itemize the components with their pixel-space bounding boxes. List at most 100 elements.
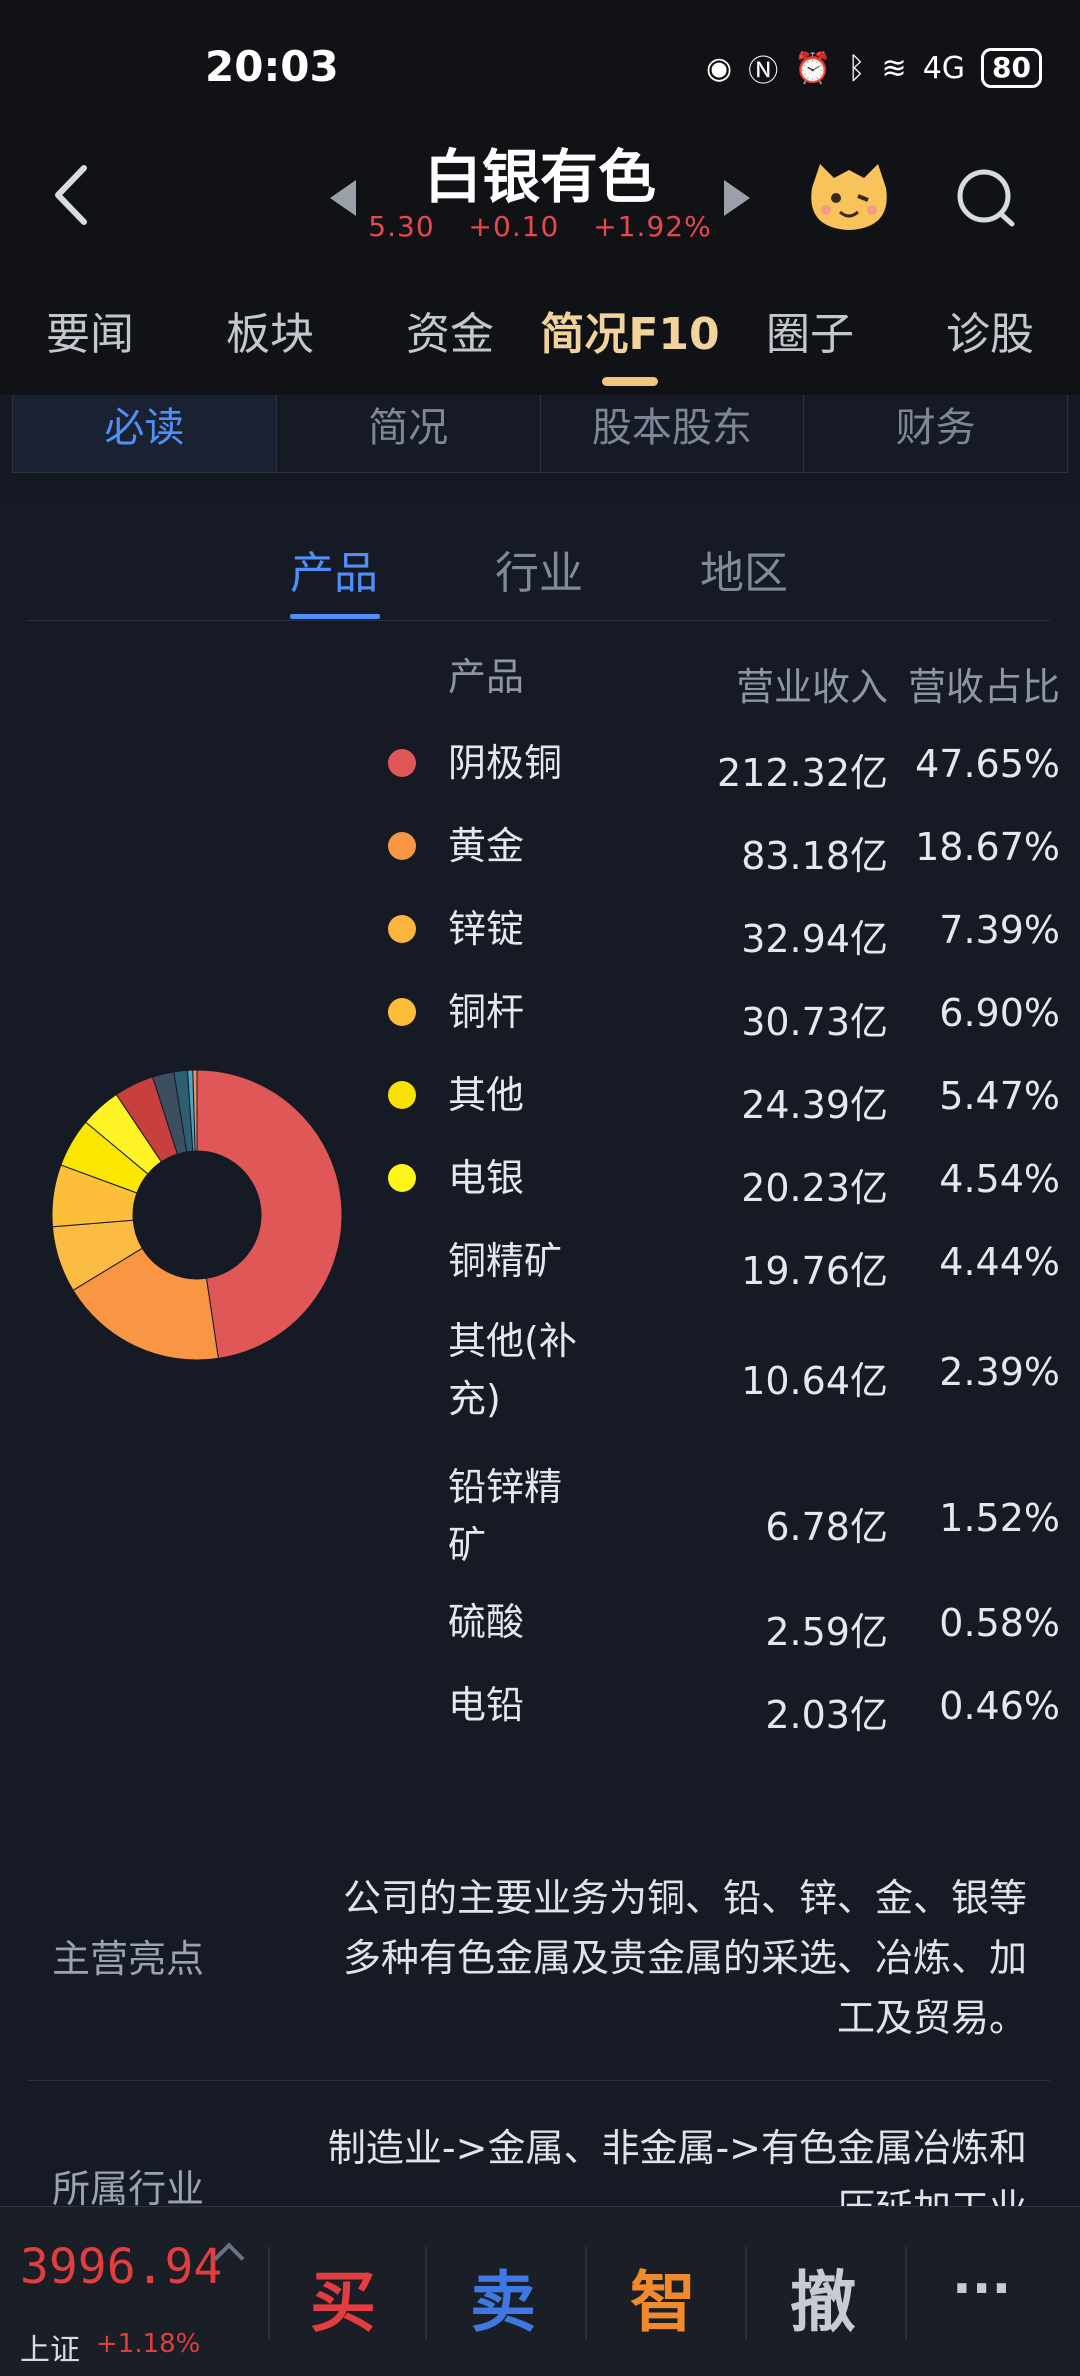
- buy-button[interactable]: 买: [310, 2249, 376, 2345]
- row-product: 黄金: [448, 824, 525, 868]
- legend-dot: [388, 749, 416, 777]
- row-share: 1.52%: [939, 1496, 1060, 1540]
- industry-section: 所属行业 制造业->金属、非金属->有色金属冶炼和 压延加工业: [0, 2118, 1080, 2230]
- subtab-must-read[interactable]: 必读: [13, 395, 277, 472]
- row-product: 铜杆: [448, 990, 525, 1034]
- eye-icon: ◉: [706, 50, 733, 86]
- row-share: 18.67%: [915, 825, 1060, 869]
- tab-sector[interactable]: 板块: [180, 290, 360, 380]
- row-share: 5.47%: [939, 1074, 1060, 1118]
- composition-panel: 产品 行业 地区 产品 营业收入 营收占比 阴极铜 212.32亿 47.65%…: [0, 498, 1080, 2230]
- main-business-section: 主营亮点 公司的主要业务为铜、铅、锌、金、银等 多种有色金属及贵金属的采选、冶炼…: [0, 1868, 1080, 2108]
- divider: [585, 2247, 587, 2339]
- divider: [905, 2247, 907, 2339]
- index-change: +1.18%: [96, 2329, 201, 2359]
- tab-news[interactable]: 要闻: [0, 290, 180, 380]
- search-icon[interactable]: [954, 166, 1018, 230]
- smart-button[interactable]: 智: [630, 2249, 696, 2345]
- row-share: 4.44%: [939, 1240, 1060, 1284]
- header-share: 营收占比: [907, 665, 1060, 709]
- segment-product[interactable]: 产品: [290, 534, 378, 614]
- stock-quote: 5.30 +0.10 +1.92%: [0, 210, 1080, 243]
- main-business-text-3: 工及贸易。: [836, 1996, 1027, 2040]
- row-share: 4.54%: [939, 1157, 1060, 1201]
- row-revenue: 10.64亿: [741, 1359, 888, 1403]
- mascot-icon[interactable]: [806, 158, 892, 234]
- battery-icon: 80: [981, 48, 1042, 88]
- segment-region[interactable]: 地区: [700, 534, 788, 614]
- row-revenue: 212.32亿: [717, 751, 888, 795]
- row-revenue: 32.94亿: [741, 917, 888, 961]
- row-product: 其他: [448, 1073, 525, 1117]
- row-share: 47.65%: [915, 742, 1060, 786]
- segment-industry[interactable]: 行业: [495, 534, 583, 614]
- row-share: 7.39%: [939, 908, 1060, 952]
- signal-icon: 4G: [922, 50, 966, 86]
- more-button[interactable]: ···: [952, 2259, 1011, 2319]
- industry-text-1: 制造业->金属、非金属->有色金属冶炼和: [327, 2126, 1027, 2170]
- subtab-shareholders[interactable]: 股本股东: [540, 395, 805, 472]
- bottom-trade-bar: 3996.94 上证 +1.18% 买 卖 智 撤 ···: [0, 2206, 1080, 2376]
- row-share: 0.46%: [939, 1684, 1060, 1728]
- stock-change: +0.10: [468, 210, 560, 243]
- legend-dot: [388, 832, 416, 860]
- index-name: 上证: [20, 2333, 80, 2368]
- row-revenue: 2.59亿: [765, 1610, 888, 1654]
- status-bar: 20:03 ◉ Ⓝ ⏰ ᛒ ≋ 4G 80: [0, 0, 1080, 135]
- stock-change-pct: +1.92%: [593, 210, 712, 243]
- segment-underline: [290, 614, 380, 619]
- row-product: 阴极铜: [448, 741, 563, 785]
- top-bar: 20:03 ◉ Ⓝ ⏰ ᛒ ≋ 4G 80 白银有色 5.30 +0.10 +1…: [0, 0, 1080, 395]
- divider: [425, 2247, 427, 2339]
- subtab-overview[interactable]: 简况: [276, 395, 541, 472]
- main-tabs: 要闻 板块 资金 简况F10 圈子 诊股: [0, 290, 1080, 386]
- sub-tabs: 必读 简况 股本股东 财务: [12, 395, 1068, 473]
- row-product: 电铅: [448, 1683, 525, 1727]
- row-share: 6.90%: [939, 991, 1060, 1035]
- row-product: 其他(补充): [448, 1319, 577, 1421]
- row-product: 铜精矿: [448, 1239, 563, 1283]
- tab-diagnosis[interactable]: 诊股: [900, 290, 1080, 380]
- subtab-finance[interactable]: 财务: [804, 395, 1067, 472]
- divider: [745, 2247, 747, 2339]
- alarm-icon: ⏰: [794, 50, 832, 86]
- row-product: 硫酸: [448, 1600, 525, 1644]
- table-header: 产品 营业收入 营收占比: [380, 648, 1060, 709]
- segment-tabs: 产品 行业 地区: [0, 534, 1080, 624]
- status-time: 20:03: [205, 42, 339, 91]
- wifi-icon: ≋: [881, 50, 907, 86]
- tab-community[interactable]: 圈子: [720, 290, 900, 380]
- nfc-icon: Ⓝ: [748, 54, 779, 89]
- row-revenue: 2.03亿: [765, 1693, 888, 1737]
- index-value[interactable]: 3996.94: [20, 2239, 222, 2295]
- bluetooth-icon: ᛒ: [847, 50, 866, 86]
- main-business-text-1: 公司的主要业务为铜、铅、锌、金、银等: [342, 1876, 1027, 1920]
- tab-f10[interactable]: 简况F10: [540, 290, 720, 386]
- legend-dot: [388, 1081, 416, 1109]
- stock-price: 5.30: [368, 210, 435, 243]
- row-revenue: 6.78亿: [765, 1505, 888, 1549]
- tab-funds[interactable]: 资金: [360, 290, 540, 380]
- revenue-donut-chart: [51, 1069, 343, 1361]
- industry-label: 所属行业: [52, 2167, 205, 2211]
- legend-dot: [388, 1164, 416, 1192]
- row-revenue: 20.23亿: [741, 1166, 888, 1210]
- header-revenue: 营业收入: [735, 665, 888, 709]
- divider: [268, 2247, 270, 2339]
- row-share: 2.39%: [939, 1350, 1060, 1394]
- donut-slice-0: [196, 1069, 343, 1359]
- row-revenue: 30.73亿: [741, 1000, 888, 1044]
- main-business-text-2: 多种有色金属及贵金属的采选、冶炼、加: [342, 1936, 1027, 1980]
- legend-dot: [388, 915, 416, 943]
- status-icons: ◉ Ⓝ ⏰ ᛒ ≋ 4G 80: [706, 46, 1042, 90]
- cancel-order-button[interactable]: 撤: [790, 2249, 856, 2345]
- row-product: 电银: [448, 1156, 525, 1200]
- row-share: 0.58%: [939, 1601, 1060, 1645]
- sell-button[interactable]: 卖: [470, 2249, 536, 2345]
- segment-divider: [28, 620, 1050, 621]
- row-revenue: 83.18亿: [741, 834, 888, 878]
- row-revenue: 24.39亿: [741, 1083, 888, 1127]
- main-business-label: 主营亮点: [52, 1937, 205, 1981]
- stock-name: 白银有色: [423, 143, 656, 211]
- row-product: 铅锌精矿: [448, 1465, 563, 1567]
